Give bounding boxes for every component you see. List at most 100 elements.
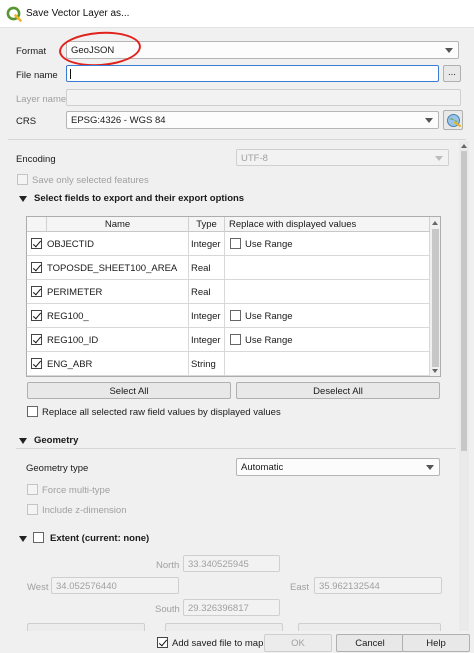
field-checkbox[interactable] [31,358,42,369]
field-type: Integer [191,335,221,346]
file-name-label: File name [16,70,58,81]
field-checkbox[interactable] [31,262,42,273]
add-saved-checkbox[interactable] [157,637,168,648]
field-name: TOPOSDE_SHEET100_AREA [47,263,178,274]
replace-label: Use Range [245,239,293,250]
collapse-arrow-icon[interactable] [19,438,27,444]
table-header-type[interactable]: Type [189,217,225,232]
table-scrollbar[interactable] [430,217,440,376]
field-checkbox[interactable] [31,310,42,321]
fields-section-title[interactable]: Select fields to export and their export… [34,193,244,204]
west-input[interactable]: 34.052576440 [51,577,179,594]
replace-all-label: Replace all selected raw field values by… [42,407,281,418]
browse-button[interactable]: ... [443,65,461,82]
table-row[interactable]: TOPOSDE_SHEET100_AREA Real [27,256,430,280]
encoding-label: Encoding [16,154,56,165]
scroll-up-icon[interactable] [461,144,467,148]
force-multi-label: Force multi-type [42,485,111,496]
red-annotation-circle [57,29,143,69]
field-name: OBJECTID [47,239,94,250]
format-label: Format [16,46,47,57]
replace-label: Use Range [245,311,293,322]
field-type: String [191,359,216,370]
qgis-logo-icon [6,6,22,22]
layer-name-label: Layer name [16,94,67,105]
geometry-type-label: Geometry type [26,463,89,474]
include-z-label: Include z-dimension [42,505,127,516]
south-label: South [155,604,180,615]
replace-checkbox[interactable] [230,334,241,345]
west-label: West [27,582,49,593]
field-checkbox[interactable] [31,334,42,345]
table-row[interactable]: REG100_ID Integer Use Range [27,328,430,352]
globe-icon [447,114,461,127]
table-row[interactable]: REG100_ Integer Use Range [27,304,430,328]
field-name: ENG_ABR [47,359,93,370]
field-type: Integer [191,311,221,322]
table-row[interactable]: ENG_ABR String [27,352,430,376]
east-label: East [290,582,310,593]
help-button[interactable]: Help [402,634,470,652]
title-bar: Save Vector Layer as... [0,0,474,28]
save-selected-checkbox[interactable] [17,174,28,185]
extent-checkbox[interactable] [33,532,44,543]
include-z-checkbox[interactable] [27,504,38,515]
north-label: North [156,560,180,571]
field-checkbox[interactable] [31,238,42,249]
table-header-check [27,217,47,232]
crs-label: CRS [16,116,37,127]
select-all-button[interactable]: Select All [27,382,231,399]
south-input[interactable]: 29.326396817 [183,599,280,616]
east-input[interactable]: 35.962132544 [314,577,442,594]
crs-value: EPSG:4326 - WGS 84 [71,115,166,126]
collapse-arrow-icon[interactable] [19,196,27,202]
chevron-down-icon [445,48,453,53]
field-name: REG100_ID [47,335,99,346]
chevron-down-icon [435,156,443,161]
chevron-down-icon [425,118,433,123]
geometry-section-title[interactable]: Geometry [34,435,78,446]
main-scrollbar[interactable] [459,141,469,631]
table-row[interactable]: PERIMETER Real [27,280,430,304]
table-row[interactable]: OBJECTID Integer Use Range [27,232,430,256]
fields-table: Name Type Replace with displayed values … [26,216,441,377]
field-checkbox[interactable] [31,286,42,297]
geometry-type-select[interactable]: Automatic [236,458,440,476]
window-title: Save Vector Layer as... [26,8,130,19]
encoding-value: UTF-8 [241,153,268,164]
field-name: REG100_ [47,311,89,322]
field-type: Real [191,263,211,274]
chevron-down-icon [426,465,434,470]
scroll-up-icon[interactable] [432,221,438,225]
divider [8,139,466,140]
add-saved-label: Add saved file to map [172,638,264,649]
ok-button[interactable]: OK [264,634,332,652]
crs-select[interactable]: EPSG:4326 - WGS 84 [66,111,439,129]
field-name: PERIMETER [47,287,103,298]
replace-label: Use Range [245,335,293,346]
layer-name-input[interactable] [66,89,461,106]
force-multi-checkbox[interactable] [27,484,38,495]
file-name-input[interactable] [66,65,439,82]
field-type: Real [191,287,211,298]
crs-selector-button[interactable] [443,110,463,130]
scroll-thumb[interactable] [432,229,439,367]
encoding-select[interactable]: UTF-8 [236,149,449,166]
scroll-thumb[interactable] [461,151,467,451]
scroll-down-icon[interactable] [432,369,438,373]
north-input[interactable]: 33.340525945 [183,555,280,572]
field-type: Integer [191,239,221,250]
replace-all-checkbox[interactable] [27,406,38,417]
cancel-button[interactable]: Cancel [336,634,404,652]
text-cursor [70,69,71,79]
collapse-arrow-icon[interactable] [19,536,27,542]
deselect-all-button[interactable]: Deselect All [236,382,440,399]
save-selected-label: Save only selected features [32,175,149,186]
table-header-name[interactable]: Name [47,217,189,232]
table-header-replace[interactable]: Replace with displayed values [225,217,430,232]
replace-checkbox[interactable] [230,310,241,321]
geometry-type-value: Automatic [241,462,284,473]
extent-section-title[interactable]: Extent (current: none) [50,533,149,544]
divider [16,448,456,449]
replace-checkbox[interactable] [230,238,241,249]
